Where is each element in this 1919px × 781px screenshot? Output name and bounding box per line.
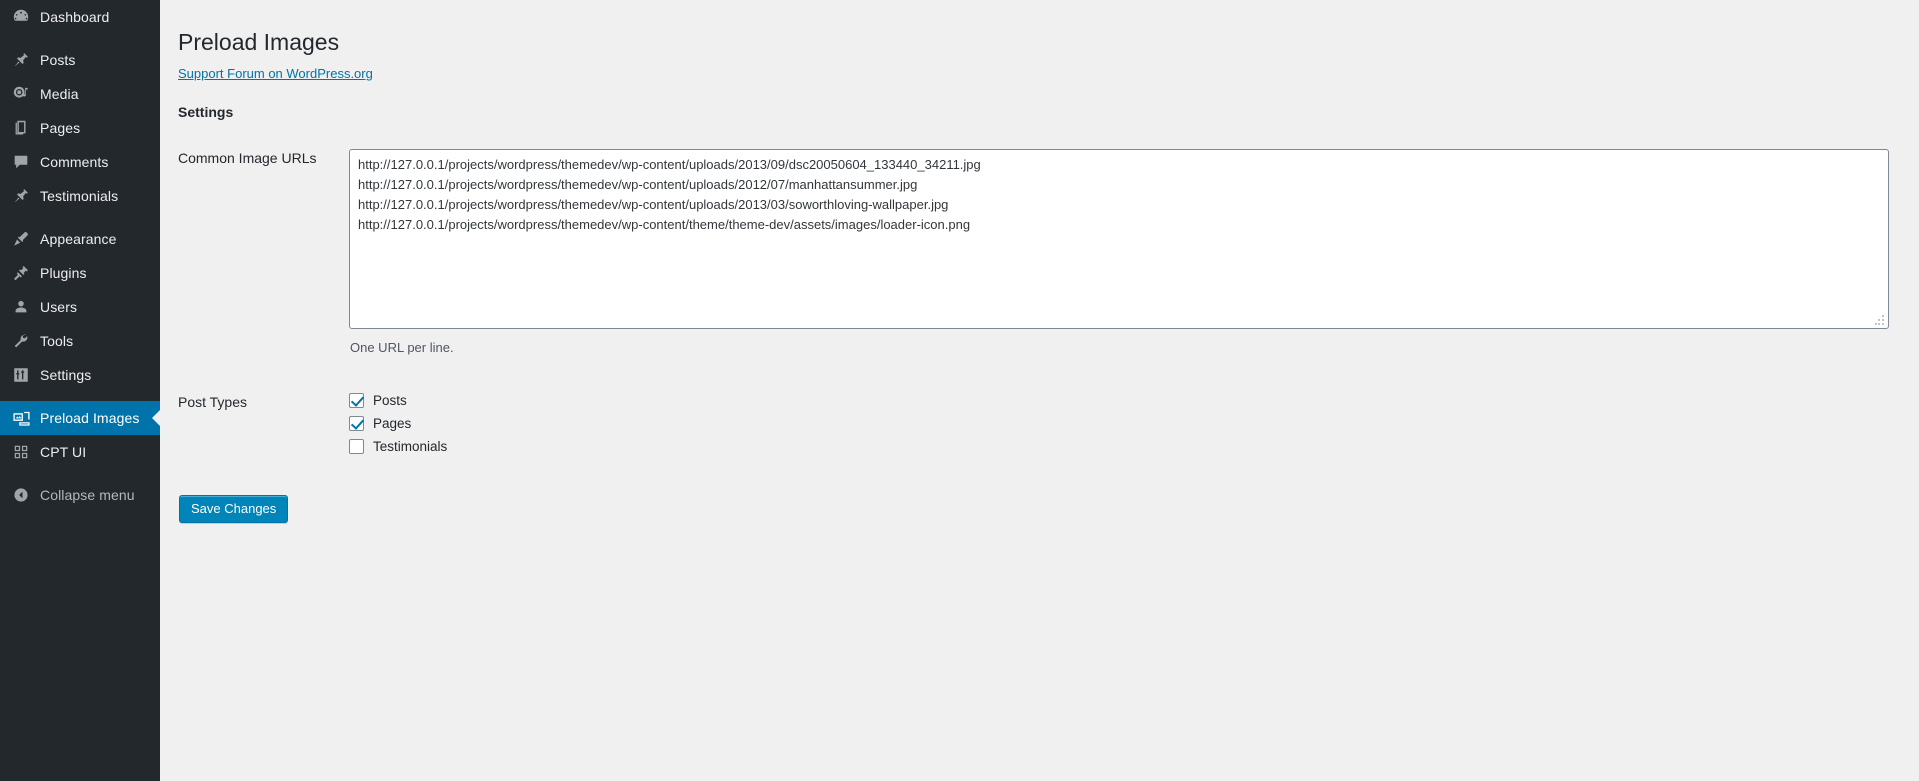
pin-icon	[11, 186, 31, 206]
form-row-common-image-urls: Common Image URLs http://127.0.0.1/proje…	[178, 134, 1899, 378]
post-types-cell: Posts Pages Testimonials	[349, 378, 1899, 482]
sidebar-item-label: Media	[40, 86, 79, 102]
page-title: Preload Images	[178, 29, 340, 55]
comments-icon	[11, 152, 31, 172]
sidebar-item-label: Tools	[40, 333, 74, 349]
post-type-label: Pages	[373, 415, 412, 431]
post-type-checkbox-testimonials[interactable]: Testimonials	[349, 439, 1889, 455]
sidebar-item-pages[interactable]: Pages	[0, 111, 160, 145]
post-types-label: Post Types	[178, 393, 248, 410]
sidebar-item-label: Plugins	[40, 265, 87, 281]
admin-page: Dashboard Posts Media Pages Comments Testimon…	[0, 0, 1919, 781]
checkbox-unchecked-icon[interactable]	[349, 439, 364, 454]
sidebar-item-label: CPT UI	[40, 444, 87, 460]
sliders-icon	[11, 365, 31, 385]
form-row-post-types: Post Types Posts Pages Testimonials	[178, 378, 1899, 482]
post-type-label: Testimonials	[373, 438, 448, 454]
sidebar-item-media[interactable]: Media	[0, 77, 160, 111]
sidebar-item-users[interactable]: Users	[0, 290, 160, 324]
media-icon	[11, 84, 31, 104]
chevron-left-circle-icon	[11, 485, 31, 505]
pin-icon	[11, 50, 31, 70]
common-image-urls-cell: One URL per line.	[349, 134, 1899, 378]
sidebar-menu: Dashboard Posts Media Pages Comments Testimon…	[0, 0, 160, 512]
post-type-checkbox-pages[interactable]: Pages	[349, 416, 1889, 432]
submit-area: Save Changes	[178, 482, 1899, 523]
sidebar-item-label: Comments	[40, 154, 109, 170]
sidebar-item-testimonials[interactable]: Testimonials	[0, 179, 160, 213]
sidebar-item-label: Settings	[40, 367, 92, 383]
common-image-urls-textarea[interactable]	[349, 149, 1889, 329]
sidebar-item-label: Posts	[40, 52, 76, 68]
sidebar-item-label: Users	[40, 299, 78, 315]
common-image-urls-label: Common Image URLs	[178, 150, 317, 166]
textarea-holder	[349, 149, 1889, 329]
checkbox-checked-icon[interactable]	[349, 416, 364, 431]
main-content: Preload Images Support Forum on WordPres…	[160, 0, 1919, 781]
images-stack-icon	[11, 408, 31, 428]
plugin-plug-icon	[11, 263, 31, 283]
sidebar-item-label: Collapse menu	[40, 487, 135, 503]
sidebar-item-plugins[interactable]: Plugins	[0, 256, 160, 290]
appearance-brush-icon	[11, 229, 31, 249]
common-image-urls-description: One URL per line.	[350, 340, 454, 355]
sidebar-item-settings[interactable]: Settings	[0, 358, 160, 392]
sidebar-separator	[0, 213, 160, 222]
wrench-icon	[11, 331, 31, 351]
checkbox-checked-icon[interactable]	[349, 393, 364, 408]
sidebar-item-label: Testimonials	[40, 188, 119, 204]
sidebar-item-comments[interactable]: Comments	[0, 145, 160, 179]
sidebar-item-posts[interactable]: Posts	[0, 43, 160, 77]
dashboard-icon	[11, 7, 31, 27]
save-changes-button[interactable]: Save Changes	[179, 494, 289, 523]
sidebar-item-collapse-menu[interactable]: Collapse menu	[0, 478, 160, 512]
sidebar-separator	[0, 392, 160, 401]
grid-blocks-icon	[11, 442, 31, 462]
sidebar-item-label: Appearance	[40, 231, 117, 247]
settings-form-table: Common Image URLs http://127.0.0.1/proje…	[178, 134, 1899, 482]
post-type-label: Posts	[373, 392, 407, 408]
settings-heading: Settings	[178, 104, 234, 120]
sidebar-item-preload-images[interactable]: Preload Images	[0, 401, 160, 435]
sidebar-separator	[0, 34, 160, 43]
sidebar-item-cpt-ui[interactable]: CPT UI	[0, 435, 160, 469]
sidebar-separator	[0, 469, 160, 478]
sidebar-item-label: Preload Images	[40, 410, 140, 426]
support-forum-link[interactable]: Support Forum on WordPress.org	[178, 66, 373, 81]
post-types-checkbox-group: Posts Pages Testimonials	[349, 393, 1889, 455]
user-icon	[11, 297, 31, 317]
sidebar-item-label: Dashboard	[40, 9, 110, 25]
sidebar-item-appearance[interactable]: Appearance	[0, 222, 160, 256]
sidebar-item-tools[interactable]: Tools	[0, 324, 160, 358]
admin-sidebar: Dashboard Posts Media Pages Comments Testimon…	[0, 0, 160, 781]
sidebar-item-label: Pages	[40, 120, 81, 136]
post-type-checkbox-posts[interactable]: Posts	[349, 393, 1889, 409]
sidebar-item-dashboard[interactable]: Dashboard	[0, 0, 160, 34]
pages-icon	[11, 118, 31, 138]
